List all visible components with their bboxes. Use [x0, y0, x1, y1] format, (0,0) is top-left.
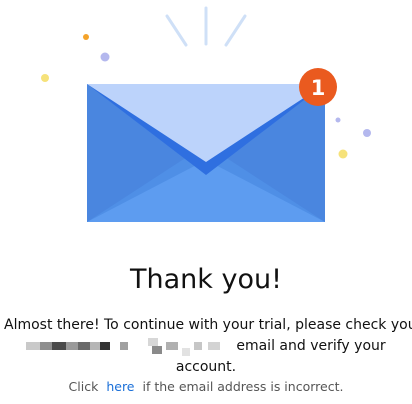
- confetti-dot-lavender: [100, 52, 110, 62]
- confetti-dot-yellow: [338, 149, 348, 159]
- hint-prefix: Click: [68, 379, 99, 394]
- page-title: Thank you!: [130, 264, 282, 295]
- email-illustration: 1: [41, 6, 371, 222]
- change-email-link[interactable]: here: [102, 379, 138, 394]
- notification-badge-count: 1: [311, 76, 326, 100]
- confetti-dot-lavender: [363, 129, 371, 137]
- confetti-dot-lavender-small: [335, 117, 341, 123]
- message-line-2: email and verify your: [4, 336, 408, 357]
- message-line-1: Almost there! To continue with your tria…: [4, 317, 412, 333]
- email-verification-page: 1 Thank you! Almost there! To continue w…: [0, 0, 412, 404]
- incorrect-email-hint: Click here if the email address is incor…: [0, 378, 412, 396]
- message-email-suffix: email and verify your: [236, 338, 386, 354]
- confetti-dot-orange: [83, 34, 89, 40]
- hint-suffix: if the email address is incorrect.: [142, 379, 344, 394]
- verification-message: Almost there! To continue with your tria…: [4, 315, 412, 378]
- envelope-icon: [87, 84, 325, 222]
- confetti-dot-yellow: [41, 74, 49, 82]
- notification-badge: 1: [299, 68, 337, 106]
- message-line-3: account.: [175, 359, 237, 375]
- sparkle-rays-icon: [165, 6, 247, 47]
- redacted-email-address: [26, 336, 232, 356]
